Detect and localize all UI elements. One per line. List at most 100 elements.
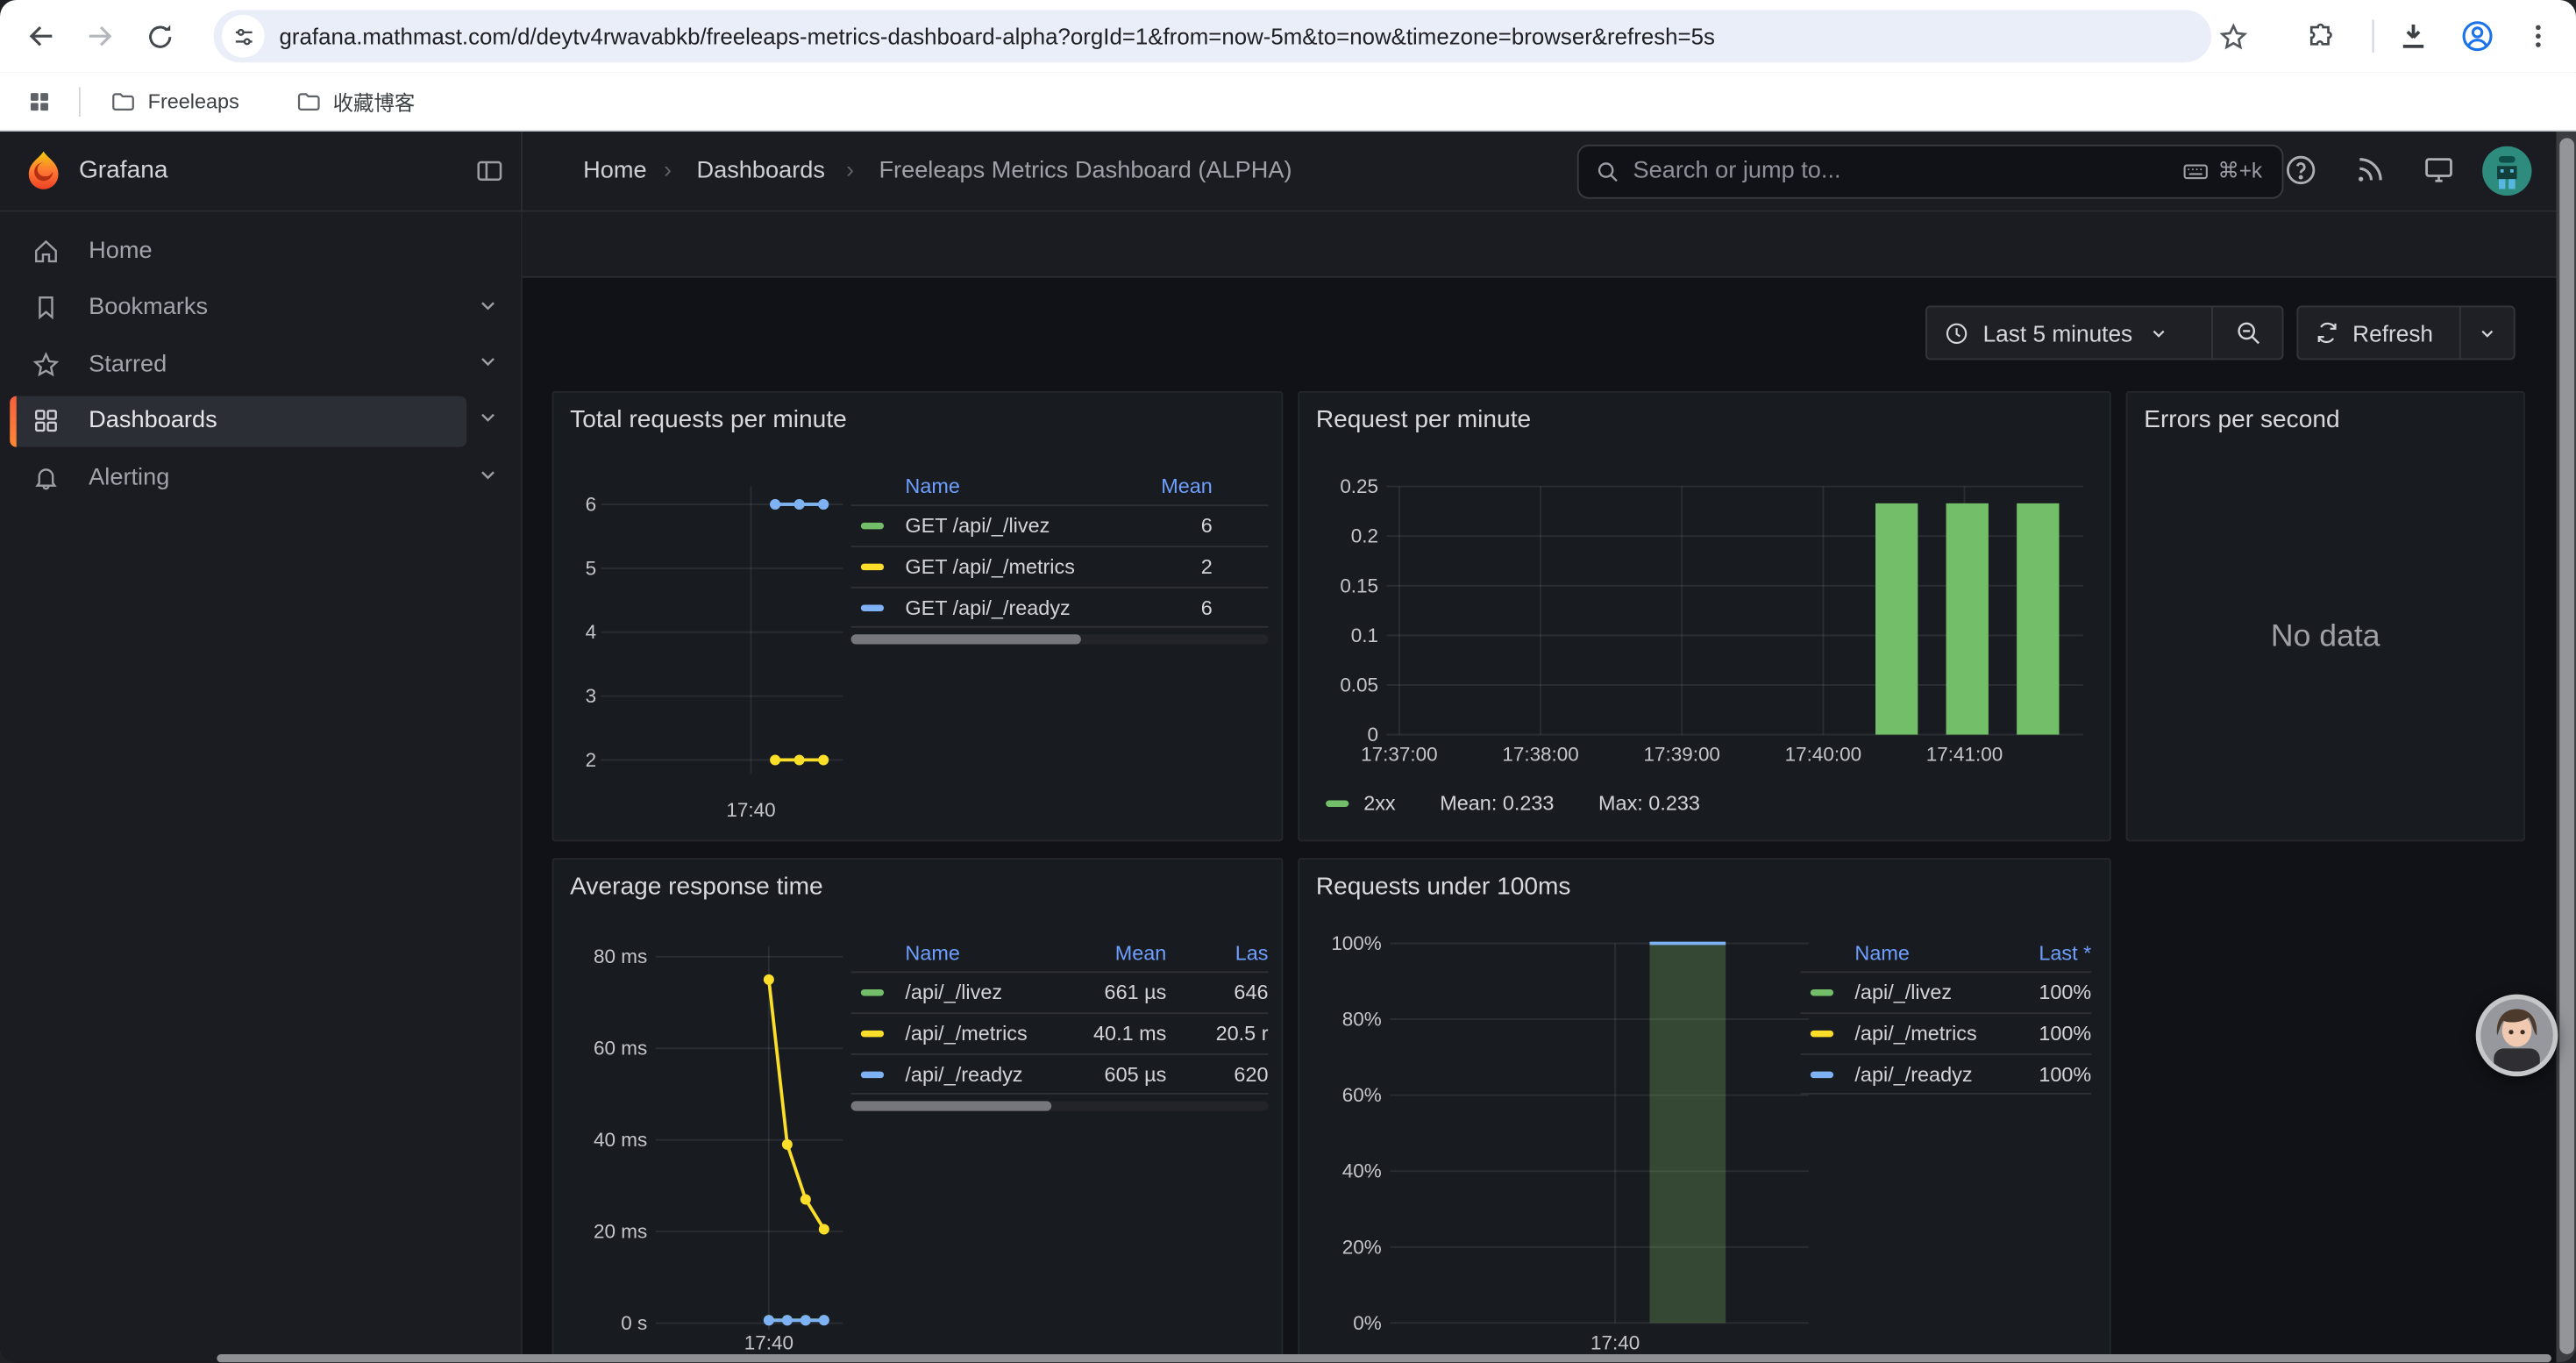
user-avatar[interactable] [2482,146,2531,196]
svg-text:3: 3 [586,685,597,707]
chevron-down-icon[interactable] [476,463,499,486]
sidebar-header: Grafana [0,132,523,211]
series-name[interactable]: /api/_/metrics [1854,1022,2001,1045]
url-bar[interactable]: grafana.mathmast.com/d/deytv4rwavabkb/fr… [214,10,2211,62]
horizontal-scrollbar-thumb[interactable] [217,1354,2551,1363]
legend-col-mean[interactable]: Mean [1068,941,1166,964]
sidebar-item-alerting[interactable]: Alerting [10,453,466,503]
series-name[interactable]: /api/_/livez [905,981,1067,1004]
legend-col-name[interactable]: Name [1854,941,2001,964]
series-color-dash [861,523,884,529]
series-name[interactable]: GET /api/_/metrics [905,555,1123,578]
svg-text:0.2: 0.2 [1351,525,1378,547]
series-last: 100% [2001,1062,2091,1085]
rss-icon [2352,153,2387,187]
svg-text:17:40: 17:40 [1590,1331,1640,1353]
display-button[interactable] [2422,153,2456,196]
request-per-minute-chart[interactable]: 17:37:0017:38:0017:39:0017:40:0017:41:00… [1299,393,2112,843]
svg-text:17:37:00: 17:37:00 [1361,744,1437,766]
series-name[interactable]: /api/_/livez [1854,981,2001,1004]
forward-button[interactable] [74,10,126,62]
chevron-down-icon[interactable] [476,294,499,317]
search-shortcut: ⌘+k [2181,146,2262,196]
legend-col-last[interactable]: Last * [2001,941,2091,964]
grafana-logo[interactable] [21,150,66,195]
breadcrumb-current: Freeleaps Metrics Dashboard (ALPHA) [879,158,1292,184]
svg-text:17:40: 17:40 [744,1331,793,1353]
time-range-picker[interactable]: Last 5 minutes [1927,307,2211,358]
svg-text:0%: 0% [1353,1312,1381,1334]
vertical-scrollbar-thumb[interactable] [2558,138,2573,1354]
dashboards-icon [32,406,61,436]
series-name[interactable]: /api/_/readyz [905,1062,1067,1085]
active-indicator [10,396,16,446]
series-color-dash [1326,801,1348,807]
legend-col-name[interactable]: Name [905,475,1123,497]
legend-row: GET /api/_/readyz 6 [851,587,1269,628]
bookmark-star-button[interactable] [2206,10,2259,62]
site-settings-icon[interactable] [222,15,265,58]
news-button[interactable] [2352,153,2387,196]
svg-text:100%: 100% [1331,932,1381,954]
series-mean: 40.1 ms [1068,1022,1166,1045]
reload-button[interactable] [133,10,186,62]
chevron-down-icon[interactable] [476,407,499,430]
chevron-down-icon[interactable] [476,350,499,373]
panel-errors-per-second: Errors per second No data [2126,391,2525,841]
series-name[interactable]: /api/_/metrics [905,1022,1067,1045]
panel-requests-under-100ms: Requests under 100ms 17:40100%80%60%40%2… [1298,858,2110,1363]
downloads-button[interactable] [2387,10,2440,62]
apps-grid-button[interactable] [17,78,62,124]
refresh-interval-button[interactable] [2461,307,2514,358]
series-name[interactable]: GET /api/_/readyz [905,596,1123,618]
apps-grid-icon [26,88,53,114]
series-name[interactable]: GET /api/_/livez [905,514,1123,537]
panel-request-per-minute: Request per minute 17:37:0017:38:0017:39… [1298,391,2110,841]
series-mean: Mean: 0.233 [1440,792,1554,815]
legend-col-mean[interactable]: Mean [1124,475,1213,497]
home-icon [32,237,61,267]
series-name[interactable]: 2xx [1363,792,1395,815]
series-name[interactable]: /api/_/readyz [1854,1062,2001,1085]
series-color-dash [1811,989,1833,995]
breadcrumb-home[interactable]: Home [583,158,646,184]
assistant-avatar-widget[interactable] [2476,995,2558,1077]
legend-scrollbar[interactable] [851,1101,1269,1110]
help-button[interactable] [2283,153,2317,196]
legend-scrollbar-thumb[interactable] [851,634,1081,644]
breadcrumb-dashboards[interactable]: Dashboards [696,158,825,184]
legend-col-name[interactable]: Name [905,941,1067,964]
bookmark-folder-blogs[interactable]: 收藏博客 [282,79,429,124]
browser-menu-button[interactable] [2512,10,2565,62]
sidebar-item-home[interactable]: Home [10,226,466,277]
legend-col-last[interactable]: Las [1166,941,1268,964]
legend-scrollbar[interactable] [851,634,1269,644]
legend-header: Name Mean [851,467,1269,504]
svg-text:40%: 40% [1342,1160,1382,1182]
series-color-dash [861,989,884,995]
search-input[interactable]: Search or jump to... ⌘+k [1577,145,2284,198]
legend-scrollbar-thumb[interactable] [851,1101,1051,1110]
keyboard-icon [2181,157,2210,185]
sidebar-item-starred[interactable]: Starred [10,339,466,390]
refresh-icon [2315,320,2339,345]
zoom-out-button[interactable] [2213,307,2282,358]
bookmark-folder-freeleaps[interactable]: Freeleaps [97,82,253,121]
user-avatar-image [2482,146,2531,196]
sidebar-item-dashboards[interactable]: Dashboards [10,396,466,446]
series-color-dash [1811,1071,1833,1077]
back-icon [25,19,57,52]
refresh-controls: Refresh [2296,306,2515,360]
extensions-button[interactable] [2294,10,2346,62]
page-vertical-scrollbar[interactable] [2557,132,2576,1363]
folder-icon [295,88,322,114]
sidebar-item-bookmarks[interactable]: Bookmarks [10,282,466,333]
browser-window: grafana.mathmast.com/d/deytv4rwavabkb/fr… [0,0,2576,1363]
sidebar-toggle-icon[interactable] [475,156,505,186]
puzzle-icon [2304,20,2336,52]
back-button[interactable] [15,10,68,62]
kebab-menu-icon [2523,21,2553,51]
svg-text:80%: 80% [1342,1009,1382,1031]
refresh-button[interactable]: Refresh [2298,307,2459,358]
profile-button[interactable] [2451,10,2504,62]
